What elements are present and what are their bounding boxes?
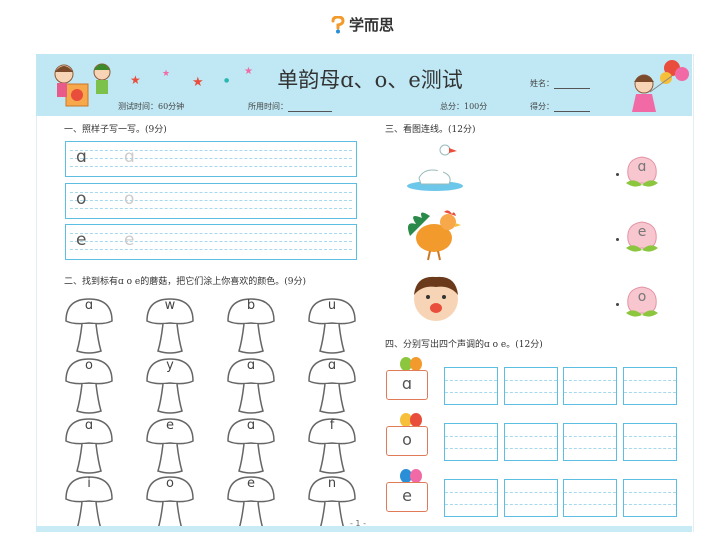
tone-write-box[interactable] [563, 367, 617, 405]
rooster-picture[interactable] [402, 206, 464, 262]
copy-letter: ɑ [76, 147, 87, 167]
copy-letter: e [76, 230, 87, 250]
mushroom-item[interactable]: y [145, 357, 195, 415]
mushroom-item[interactable]: e [226, 475, 276, 533]
mushroom-letter: ɑ [327, 358, 337, 373]
mushroom-letter: i [87, 476, 91, 491]
name-label: 姓名： [530, 79, 554, 88]
test-time: 测试时间：60分钟 [118, 102, 185, 111]
tone-write-box[interactable] [504, 423, 558, 461]
connect-dot[interactable] [616, 303, 619, 306]
mushroom-item[interactable]: o [145, 475, 195, 533]
mushroom-letter: ɑ [246, 418, 256, 433]
section3-title: 三、看图连线。(12分) [385, 125, 476, 135]
mushroom-letter: ɑ [246, 358, 256, 373]
tone-write-box[interactable] [623, 479, 677, 517]
copy-row-o[interactable]: o o [65, 183, 357, 219]
trace-letter: e [124, 230, 135, 250]
section1-title: 一、照样子写一写。(9分) [64, 125, 167, 135]
mushroom-letter: n [327, 476, 337, 491]
mushroom-letter: o [166, 476, 174, 491]
mushroom-item[interactable]: f [307, 417, 357, 475]
svg-text:★: ★ [162, 69, 170, 79]
mushroom-item[interactable]: e [145, 417, 195, 475]
peach-letter: o [637, 289, 647, 305]
used-time-blank[interactable] [288, 103, 332, 112]
stars-decoration: ★ ★ ★ ● ★ [130, 66, 253, 90]
mushroom-item[interactable]: i [64, 475, 114, 533]
child-picture[interactable] [410, 273, 464, 323]
mushroom-item[interactable]: ɑ [64, 417, 114, 475]
connect-dot[interactable] [616, 173, 619, 176]
svg-text:★: ★ [192, 75, 204, 90]
mushroom-letter: ɑ [84, 298, 94, 313]
used-time-label: 所用时间： [248, 102, 288, 111]
mushroom-letter: w [164, 298, 176, 313]
tone-write-box[interactable] [563, 423, 617, 461]
trace-letter: ɑ [124, 147, 135, 167]
mushroom-letter: y [166, 358, 174, 373]
score-blank[interactable] [554, 103, 590, 112]
mushroom-item[interactable]: ɑ [64, 297, 114, 355]
tone-write-box[interactable] [504, 479, 558, 517]
svg-text:●: ● [224, 77, 229, 84]
goose-picture[interactable] [405, 142, 467, 194]
mushroom-letter: ɑ [84, 418, 94, 433]
peach-choice[interactable]: ɑ [622, 153, 662, 191]
kids-illustration-left [54, 63, 111, 107]
mushroom-item[interactable]: ɑ [307, 357, 357, 415]
total-score: 总分：100分 [440, 102, 488, 111]
bottom-band [36, 526, 692, 532]
copy-letter: o [76, 189, 87, 209]
mushroom-letter: f [329, 418, 335, 433]
tone-write-box[interactable] [623, 423, 677, 461]
tone-letter: e [402, 486, 412, 505]
mushroom-item[interactable]: ɑ [226, 357, 276, 415]
mushroom-item[interactable]: w [145, 297, 195, 355]
tone-write-box[interactable] [444, 479, 498, 517]
tone-letter: o [402, 430, 412, 449]
logo: 学而思 [330, 14, 394, 35]
peach-choice[interactable]: e [622, 218, 662, 256]
mushroom-letter: o [85, 358, 93, 373]
name-field: 姓名： [530, 78, 590, 89]
tone-letter: ɑ [401, 374, 413, 393]
peach-letter: ɑ [637, 159, 647, 175]
used-time-field: 所用时间： [248, 101, 332, 112]
mushroom-letter: e [166, 418, 174, 433]
mushroom-item[interactable]: b [226, 297, 276, 355]
tone-write-box[interactable] [444, 423, 498, 461]
mushroom-item[interactable]: u [307, 297, 357, 355]
name-blank[interactable] [554, 80, 590, 89]
score-field: 得分： [530, 101, 590, 112]
tone-letter-box: e [386, 482, 428, 512]
girl-balloons-illustration [632, 60, 689, 112]
mushroom-item[interactable]: ɑ [226, 417, 276, 475]
svg-text:★: ★ [130, 73, 141, 87]
peach-letter: e [637, 224, 647, 240]
mushroom-item[interactable]: o [64, 357, 114, 415]
score-label: 得分： [530, 102, 554, 111]
tone-letter-box: o [386, 426, 428, 456]
tone-write-box[interactable] [623, 367, 677, 405]
svg-text:★: ★ [244, 66, 253, 77]
section2-title: 二、找到标有ɑ o e的蘑菇，把它们涂上你喜欢的颜色。(9分) [64, 277, 306, 287]
copy-row-e[interactable]: e e [65, 224, 357, 260]
mushroom-letter: u [327, 298, 337, 313]
copy-row-a[interactable]: ɑ ɑ [65, 141, 357, 177]
mushroom-letter: e [247, 476, 255, 491]
tone-write-box[interactable] [504, 367, 558, 405]
logo-icon [331, 15, 345, 33]
worksheet-title: 单韵母ɑ、o、e测试 [277, 68, 463, 92]
connect-dot[interactable] [616, 238, 619, 241]
tone-write-box[interactable] [563, 479, 617, 517]
logo-text: 学而思 [349, 16, 395, 34]
peach-choice[interactable]: o [622, 283, 662, 321]
section4-title: 四、分别写出四个声调的ɑ o e。(12分) [385, 340, 543, 350]
tone-write-box[interactable] [444, 367, 498, 405]
tone-letter-box: ɑ [386, 370, 428, 400]
trace-letter: o [124, 189, 135, 209]
mushroom-letter: b [246, 298, 256, 313]
